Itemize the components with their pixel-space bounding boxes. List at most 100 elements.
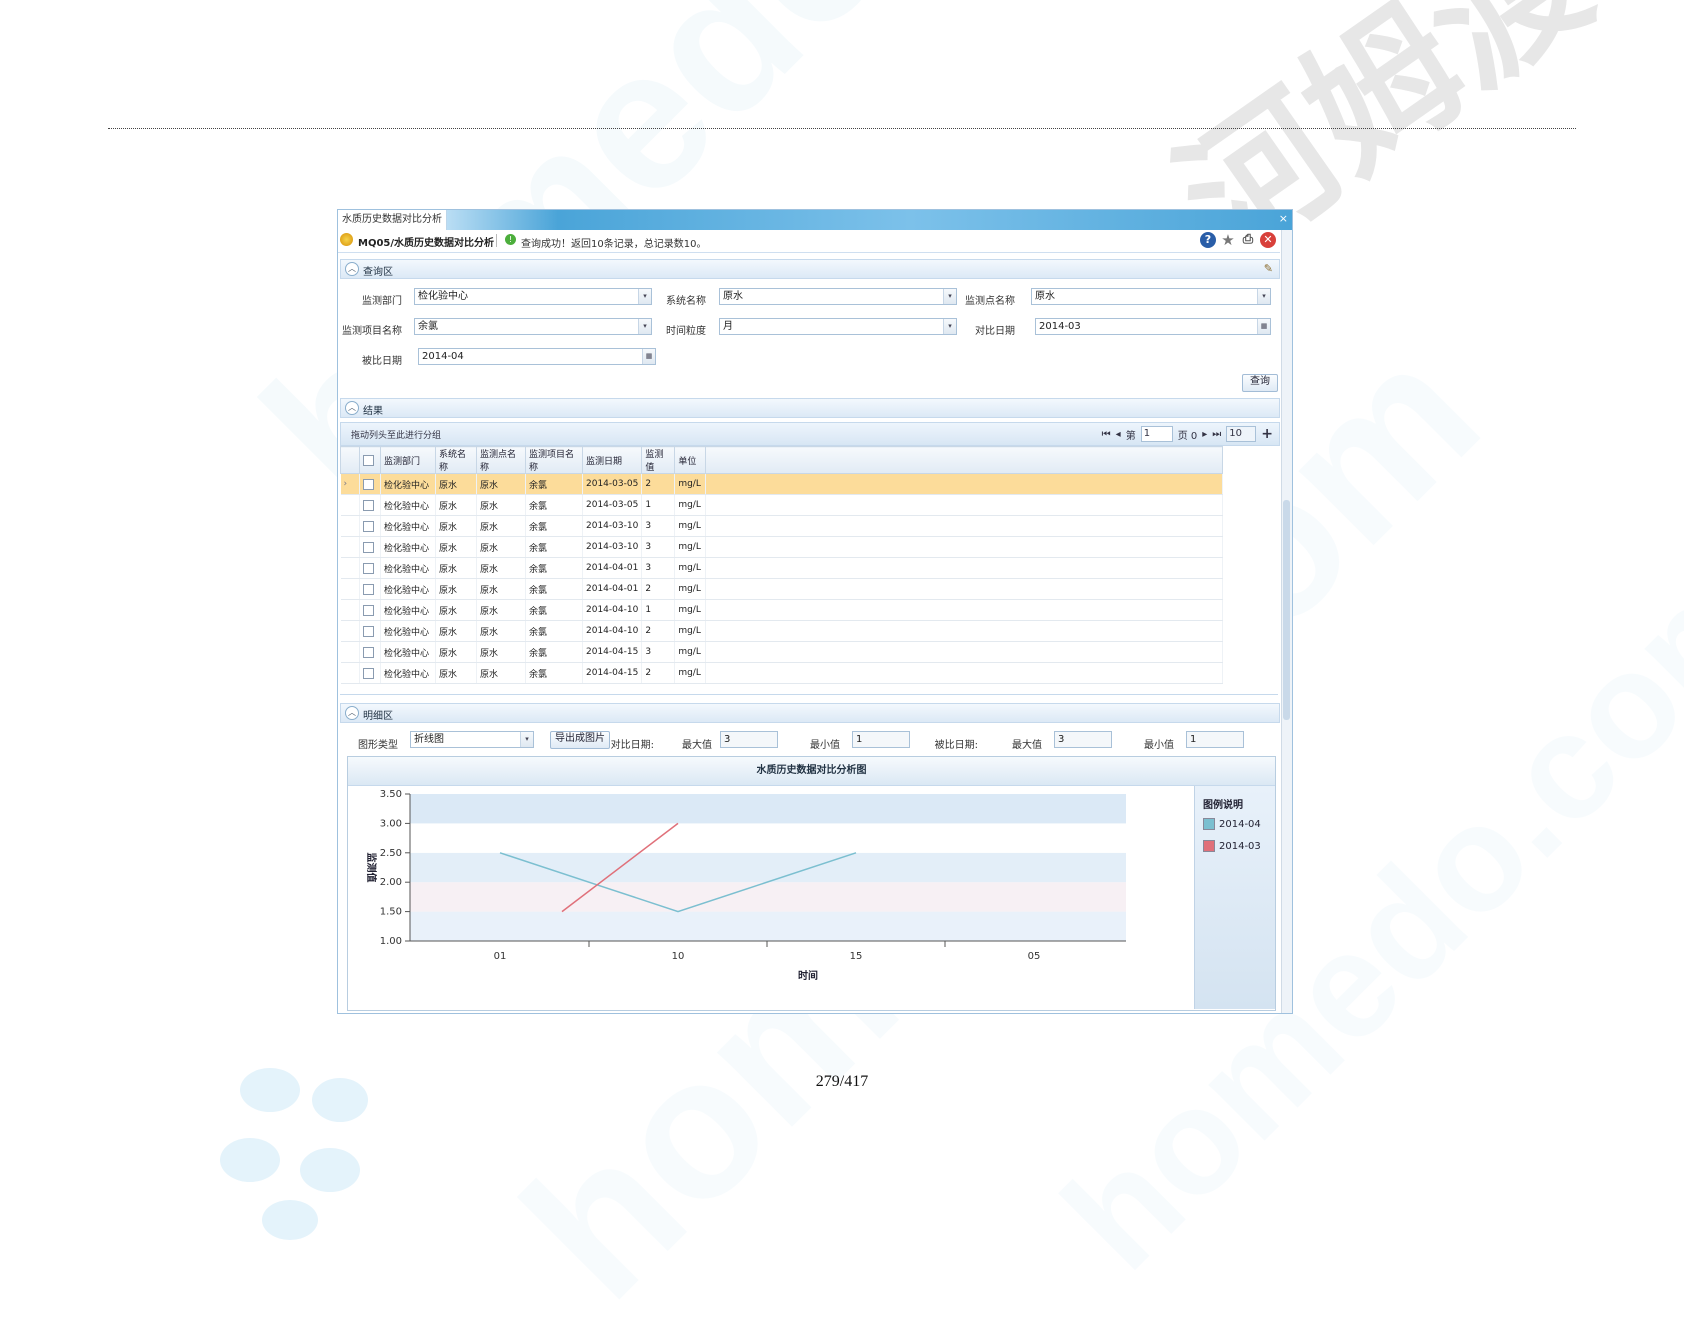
row-checkbox[interactable] xyxy=(359,662,381,684)
detail-section-header[interactable]: ︿ 明细区 xyxy=(340,703,1280,723)
item-select[interactable]: 余氯 ▾ xyxy=(414,318,652,335)
table-row[interactable]: 检化验中心 原水 原水 余氯 2014-04-01 2 mg/L xyxy=(340,578,1224,600)
table-row[interactable]: 检化验中心 原水 原水 余氯 2014-04-15 3 mg/L xyxy=(340,641,1224,663)
table-cell: 余氯 xyxy=(525,578,583,600)
compare-max-field[interactable]: 3 xyxy=(720,731,778,748)
table-cell: 1 xyxy=(641,494,676,516)
add-icon[interactable]: + xyxy=(1261,426,1273,442)
select-all-checkbox[interactable] xyxy=(359,446,381,474)
dept-select[interactable]: 检化验中心 ▾ xyxy=(414,288,652,305)
col-header[interactable]: 系统名称 xyxy=(435,446,477,474)
calendar-icon[interactable]: ▦ xyxy=(642,349,655,364)
row-indicator xyxy=(340,494,360,516)
query-section-header[interactable]: ︿ 查询区 ✎ xyxy=(340,259,1280,279)
group-by-bar[interactable]: 拖动列头至此进行分组 ⏮ ◂ 第 1 页 0 ▸ ⏭ 10 + xyxy=(340,422,1280,446)
table-cell: 余氯 xyxy=(525,473,583,495)
brush-icon[interactable]: ✎ xyxy=(1264,262,1273,275)
last-page-icon[interactable]: ⏭ xyxy=(1212,429,1221,440)
table-cell: 原水 xyxy=(435,557,477,579)
flower-logo-watermark xyxy=(220,1068,368,1240)
x-axis-label: 时间 xyxy=(798,969,818,982)
table-cell: mg/L xyxy=(674,662,707,684)
first-page-icon[interactable]: ⏮ xyxy=(1102,429,1111,440)
page-size-select[interactable]: 10 xyxy=(1226,426,1257,442)
scrollbar-thumb[interactable] xyxy=(1283,500,1290,720)
vertical-scrollbar[interactable] xyxy=(1281,230,1292,1013)
row-checkbox[interactable] xyxy=(359,641,381,663)
close-icon[interactable]: ✕ xyxy=(1260,232,1276,248)
prev-page-icon[interactable]: ◂ xyxy=(1116,429,1121,440)
table-row[interactable]: 检化验中心 原水 原水 余氯 2014-04-01 3 mg/L xyxy=(340,557,1224,579)
chevron-down-icon[interactable]: ▾ xyxy=(638,319,651,334)
table-row[interactable]: 检化验中心 原水 原水 余氯 2014-04-15 2 mg/L xyxy=(340,662,1224,684)
next-page-icon[interactable]: ▸ xyxy=(1202,429,1207,440)
row-checkbox[interactable] xyxy=(359,620,381,642)
table-cell: 余氯 xyxy=(525,620,583,642)
export-image-button[interactable]: 导出成图片 xyxy=(550,731,610,749)
grid-bottom-border xyxy=(340,694,1278,695)
status-message: 查询成功！返回10条记录，总记录数10。 xyxy=(521,239,707,250)
chevron-down-icon[interactable]: ▾ xyxy=(943,289,956,304)
compared-date-picker[interactable]: 2014-04 ▦ xyxy=(418,348,656,365)
compared-date-label: 被比日期 xyxy=(362,356,402,367)
granularity-label: 时间粒度 xyxy=(666,326,706,337)
granularity-select[interactable]: 月 ▾ xyxy=(719,318,957,335)
table-cell: 余氯 xyxy=(525,641,583,663)
window-close-icon[interactable]: × xyxy=(1279,212,1288,225)
collapse-icon[interactable]: ︿ xyxy=(345,262,359,276)
chevron-down-icon[interactable]: ▾ xyxy=(638,289,651,304)
line-chart: 1.00 1.50 2.00 2.50 3.00 3.50 01 10 15 05 时间 监测值 xyxy=(365,789,1126,982)
table-cell: mg/L xyxy=(674,536,707,558)
row-checkbox[interactable] xyxy=(359,578,381,600)
row-checkbox[interactable] xyxy=(359,515,381,537)
table-row[interactable]: 检化验中心 原水 原水 余氯 2014-03-10 3 mg/L xyxy=(340,536,1224,558)
window-title-bar: 水质历史数据对比分析 × xyxy=(338,210,1292,230)
print-icon[interactable]: ⎙ xyxy=(1240,232,1256,248)
row-checkbox[interactable] xyxy=(359,494,381,516)
col-header[interactable]: 单位 xyxy=(674,446,707,474)
compare-min-field[interactable]: 1 xyxy=(852,731,910,748)
row-checkbox[interactable] xyxy=(359,557,381,579)
calendar-icon[interactable]: ▦ xyxy=(1257,319,1270,334)
col-header[interactable]: 监测值 xyxy=(641,446,676,474)
chevron-down-icon[interactable]: ▾ xyxy=(1257,289,1270,304)
table-cell: 原水 xyxy=(476,662,526,684)
chevron-down-icon[interactable]: ▾ xyxy=(943,319,956,334)
star-icon[interactable]: ★ xyxy=(1220,232,1236,248)
collapse-icon[interactable]: ︿ xyxy=(345,706,359,720)
compared-max-field[interactable]: 3 xyxy=(1054,731,1112,748)
row-indicator xyxy=(340,578,360,600)
page-input[interactable]: 1 xyxy=(1140,426,1173,442)
table-row[interactable]: 检化验中心 原水 原水 余氯 2014-03-10 3 mg/L xyxy=(340,515,1224,537)
system-select[interactable]: 原水 ▾ xyxy=(719,288,957,305)
table-row[interactable]: › 检化验中心 原水 原水 余氯 2014-03-05 2 mg/L xyxy=(340,473,1224,495)
legend-item-2014-04[interactable]: 2014-04 xyxy=(1203,818,1261,830)
table-row[interactable]: 检化验中心 原水 原水 余氯 2014-04-10 2 mg/L xyxy=(340,620,1224,642)
row-indicator xyxy=(340,557,360,579)
table-cell: 检化验中心 xyxy=(380,578,436,600)
table-cell: 原水 xyxy=(476,578,526,600)
chevron-down-icon[interactable]: ▾ xyxy=(520,732,533,747)
table-cell: mg/L xyxy=(674,473,707,495)
collapse-icon[interactable]: ︿ xyxy=(345,401,359,415)
table-row[interactable]: 检化验中心 原水 原水 余氯 2014-03-05 1 mg/L xyxy=(340,494,1224,516)
row-checkbox[interactable] xyxy=(359,536,381,558)
row-checkbox[interactable] xyxy=(359,599,381,621)
legend-item-2014-03[interactable]: 2014-03 xyxy=(1203,840,1261,852)
point-select[interactable]: 原水 ▾ xyxy=(1031,288,1271,305)
window-tab[interactable]: 水质历史数据对比分析 xyxy=(338,210,447,230)
row-filler xyxy=(705,599,1224,621)
col-header[interactable]: 监测日期 xyxy=(581,446,643,474)
chart-type-select[interactable]: 折线图 ▾ xyxy=(410,731,534,748)
row-checkbox[interactable] xyxy=(359,473,381,495)
query-button[interactable]: 查询 xyxy=(1242,374,1278,392)
table-cell: 原水 xyxy=(476,599,526,621)
result-section-header[interactable]: ︿ 结果 xyxy=(340,398,1280,418)
col-header[interactable]: 监测点名称 xyxy=(476,446,526,474)
col-header[interactable]: 监测项目名称 xyxy=(525,446,583,474)
compare-date-picker[interactable]: 2014-03 ▦ xyxy=(1035,318,1271,335)
compared-min-field[interactable]: 1 xyxy=(1186,731,1244,748)
help-icon[interactable]: ? xyxy=(1200,232,1216,248)
col-header[interactable]: 监测部门 xyxy=(380,446,436,474)
table-row[interactable]: 检化验中心 原水 原水 余氯 2014-04-10 1 mg/L xyxy=(340,599,1224,621)
